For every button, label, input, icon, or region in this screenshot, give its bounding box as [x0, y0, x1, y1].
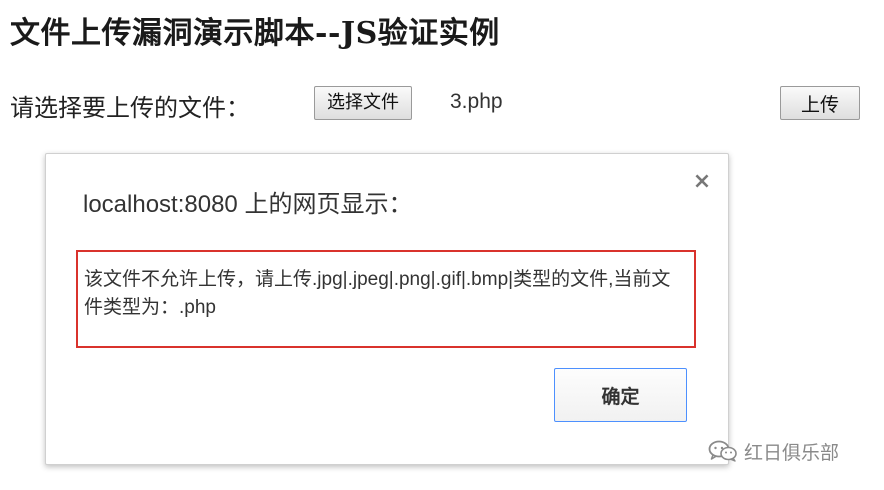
selected-file-name: 3.php	[450, 90, 503, 113]
dialog-title: localhost:8080 上的网页显示：	[83, 191, 413, 218]
page-title: 文件上传漏洞演示脚本--JS验证实例	[10, 16, 500, 51]
choose-file-button[interactable]: 选择文件	[314, 86, 412, 120]
upload-form: 请选择要上传的文件： 选择文件 3.php 上传	[10, 84, 874, 124]
watermark: 红日俱乐部	[708, 436, 839, 466]
file-select-label: 请选择要上传的文件：	[10, 94, 250, 122]
dialog-message-highlight: 该文件不允许上传，请上传.jpg|.jpeg|.png|.gif|.bmp|类型…	[76, 250, 696, 348]
alert-dialog: localhost:8080 上的网页显示： × 该文件不允许上传，请上传.jp…	[45, 153, 729, 465]
ok-button[interactable]: 确定	[554, 368, 687, 422]
upload-button[interactable]: 上传	[780, 86, 860, 120]
watermark-text: 红日俱乐部	[744, 441, 840, 464]
close-icon[interactable]: ×	[690, 170, 714, 194]
wechat-icon	[708, 440, 738, 462]
dialog-message: 该文件不允许上传，请上传.jpg|.jpeg|.png|.gif|.bmp|类型…	[84, 269, 671, 318]
